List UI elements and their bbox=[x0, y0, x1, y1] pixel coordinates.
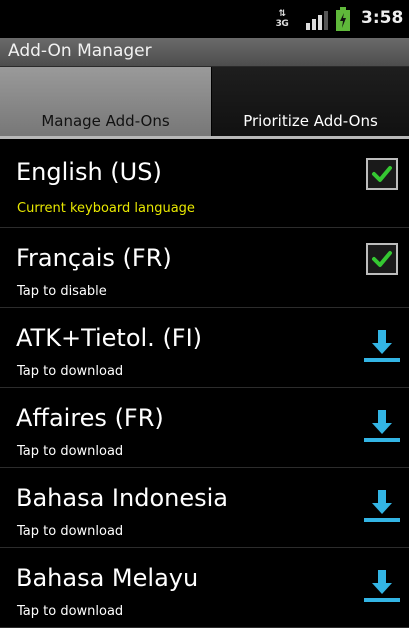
item-subtitle: Tap to download bbox=[17, 524, 124, 539]
item-subtitle: Tap to disable bbox=[17, 284, 107, 299]
page-title: Add-On Manager bbox=[8, 41, 152, 61]
list-item-bahasa-indonesia[interactable]: Bahasa Indonesia Tap to download bbox=[0, 468, 409, 548]
tab-indicator bbox=[0, 136, 409, 139]
enabled-checkbox[interactable] bbox=[366, 158, 398, 190]
list-item-francais-fr[interactable]: Français (FR) Tap to disable bbox=[0, 228, 409, 308]
download-icon[interactable] bbox=[362, 568, 402, 604]
download-icon[interactable] bbox=[362, 408, 402, 444]
item-subtitle: Tap to download bbox=[17, 444, 124, 459]
list-item-bahasa-melayu[interactable]: Bahasa Melayu Tap to download bbox=[0, 548, 409, 628]
item-title: ATK+Tietol. (FI) bbox=[16, 324, 203, 352]
list-item-affaires-fr[interactable]: Affaires (FR) Tap to download bbox=[0, 388, 409, 468]
clock: 3:58 bbox=[361, 8, 404, 28]
network-3g-icon: ⇅ 3G bbox=[275, 9, 289, 29]
title-bar: Add-On Manager bbox=[0, 38, 409, 67]
item-subtitle: Tap to download bbox=[17, 364, 124, 379]
item-title: Affaires (FR) bbox=[16, 404, 164, 432]
tab-bar: Manage Add-Ons Prioritize Add-Ons bbox=[0, 67, 409, 140]
status-bar: ⇅ 3G 3:58 bbox=[0, 0, 409, 38]
item-title: English (US) bbox=[16, 158, 162, 186]
item-subtitle: Tap to download bbox=[17, 604, 124, 619]
download-icon[interactable] bbox=[362, 488, 402, 524]
enabled-checkbox[interactable] bbox=[366, 243, 398, 275]
download-icon[interactable] bbox=[362, 328, 402, 364]
signal-icon bbox=[306, 11, 328, 30]
item-title: Français (FR) bbox=[16, 244, 172, 272]
list-item-english-us[interactable]: English (US) Current keyboard language bbox=[0, 140, 409, 228]
item-title: Bahasa Indonesia bbox=[16, 484, 228, 512]
item-title: Bahasa Melayu bbox=[16, 564, 199, 592]
add-on-list: English (US) Current keyboard language F… bbox=[0, 140, 409, 628]
item-subtitle: Current keyboard language bbox=[17, 201, 195, 216]
check-icon bbox=[372, 251, 392, 267]
list-item-atk-tietol-fi[interactable]: ATK+Tietol. (FI) Tap to download bbox=[0, 308, 409, 388]
tab-prioritize-add-ons[interactable]: Prioritize Add-Ons bbox=[212, 67, 409, 136]
battery-charging-icon bbox=[336, 7, 350, 31]
tab-manage-add-ons[interactable]: Manage Add-Ons bbox=[0, 67, 211, 136]
check-icon bbox=[372, 166, 392, 182]
